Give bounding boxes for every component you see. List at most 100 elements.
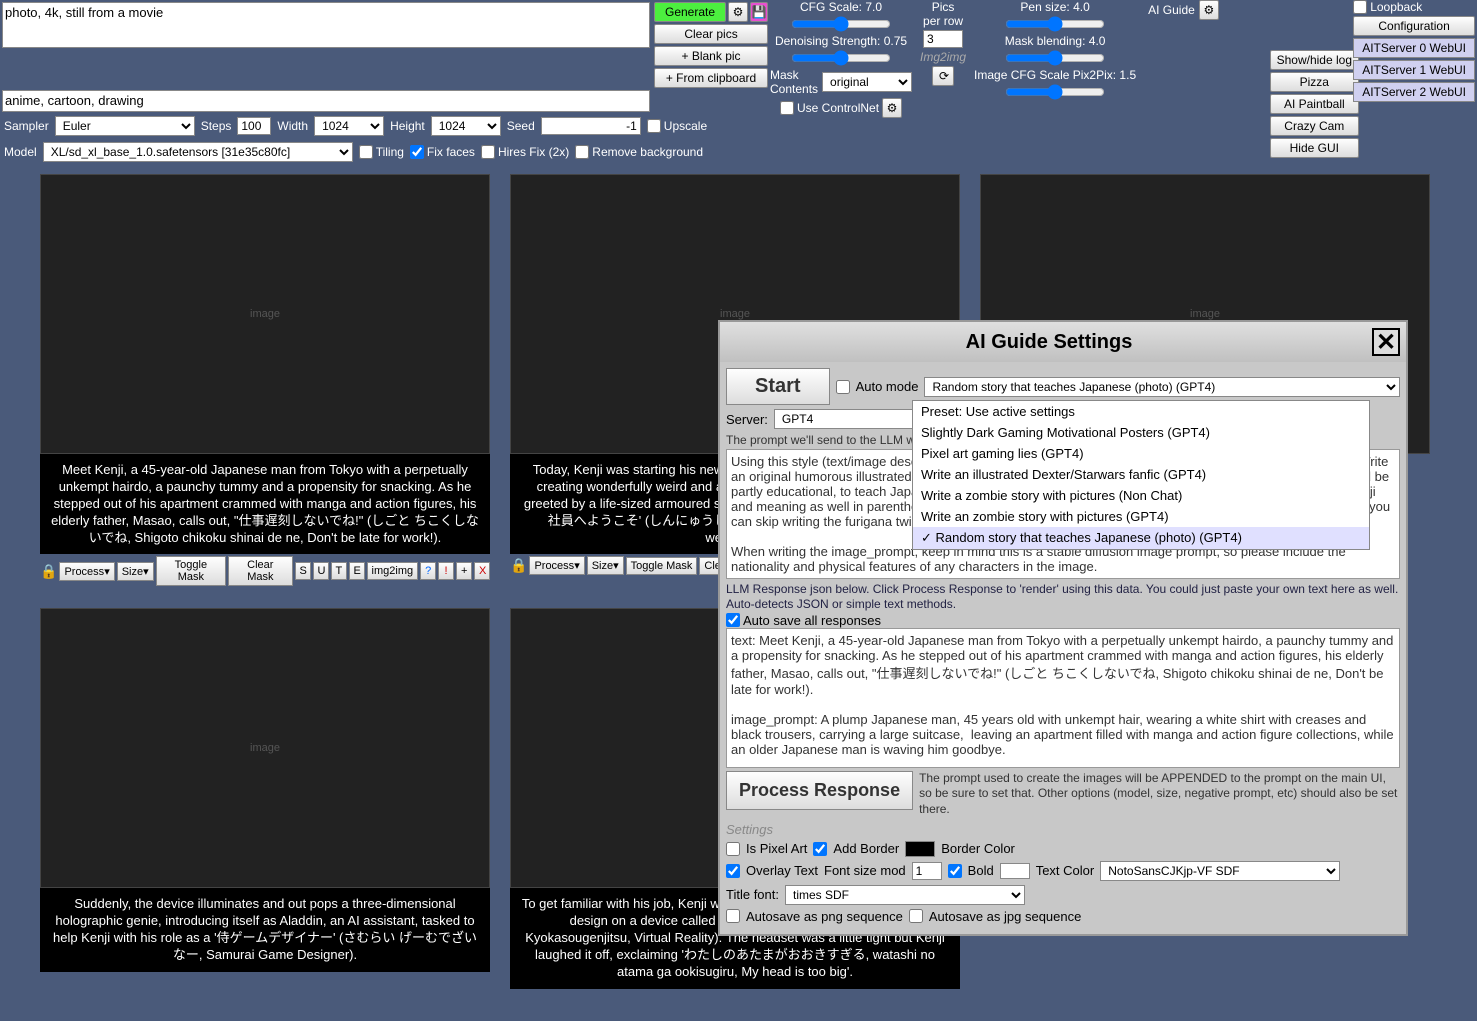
generated-image[interactable]: image	[40, 608, 490, 888]
size-button[interactable]: Size▾	[587, 556, 624, 575]
picsrow-input[interactable]	[923, 30, 963, 48]
loopback-check[interactable]	[1353, 0, 1367, 14]
s-button[interactable]: S	[295, 562, 311, 580]
paintball-button[interactable]: AI Paintball	[1270, 94, 1359, 114]
border-color-swatch[interactable]	[905, 841, 935, 857]
maskblend-slider[interactable]	[1005, 50, 1105, 66]
clearmask-button[interactable]: Clear Mask	[228, 556, 292, 586]
titlefont-select[interactable]: times SDF	[785, 885, 1025, 905]
blank-pic-button[interactable]: + Blank pic	[654, 46, 768, 66]
generate-button[interactable]: Generate	[654, 2, 726, 22]
autosave-png-check[interactable]	[726, 909, 740, 923]
autosave-check[interactable]	[726, 613, 740, 627]
bold-check[interactable]	[948, 864, 962, 878]
from-clipboard-button[interactable]: + From clipboard	[654, 68, 768, 88]
size-button[interactable]: Size▾	[117, 562, 154, 581]
refresh-button[interactable]: ⟳	[932, 66, 954, 86]
pizza-button[interactable]: Pizza	[1270, 72, 1359, 92]
server2-button[interactable]: AITServer 2 WebUI	[1353, 82, 1475, 102]
width-select[interactable]: 1024	[314, 116, 384, 136]
automode-check[interactable]	[836, 380, 850, 394]
plus-button[interactable]: +	[456, 562, 472, 580]
pixelart-check[interactable]	[726, 842, 740, 856]
lock-icon[interactable]: 🔒	[40, 563, 57, 580]
autosave-jpg-check[interactable]	[909, 909, 923, 923]
imgcfg-slider[interactable]	[1005, 84, 1105, 100]
controlnet-check[interactable]	[780, 101, 794, 115]
mask-contents-select[interactable]: original	[822, 72, 912, 92]
overlay-check[interactable]	[726, 864, 740, 878]
fixfaces-check[interactable]	[410, 145, 424, 159]
preset-option[interactable]: Write an illustrated Dexter/Starwars fan…	[913, 464, 1369, 485]
height-select[interactable]: 1024	[431, 116, 501, 136]
image-caption: Meet Kenji, a 45-year-old Japanese man f…	[40, 454, 490, 554]
gear-button[interactable]: ⚙	[728, 2, 748, 22]
append-info: The prompt used to create the images wil…	[919, 771, 1400, 818]
border-check[interactable]	[813, 842, 827, 856]
t-button[interactable]: T	[331, 562, 347, 580]
hiresfix-check[interactable]	[481, 145, 495, 159]
togglemask-button[interactable]: Toggle Mask	[156, 556, 226, 586]
sampler-select[interactable]: Euler	[55, 116, 195, 136]
overlay-font-select[interactable]: NotoSansCJKjp-VF SDF	[1100, 861, 1340, 881]
preset-option[interactable]: Random story that teaches Japanese (phot…	[913, 527, 1369, 549]
generated-image[interactable]: image	[40, 174, 490, 454]
denoise-slider[interactable]	[791, 50, 891, 66]
crazycam-button[interactable]: Crazy Cam	[1270, 116, 1359, 136]
prompt-input[interactable]: photo, 4k, still from a movie	[2, 2, 650, 48]
u-button[interactable]: U	[313, 562, 329, 580]
preset-option[interactable]: Pixel art gaming lies (GPT4)	[913, 443, 1369, 464]
preset-option[interactable]: Write an zombie story with pictures (GPT…	[913, 506, 1369, 527]
imgcfg-label: Image CFG Scale Pix2Pix: 1.5	[974, 68, 1136, 82]
upscale-label: Upscale	[664, 119, 707, 133]
mask-contents-label: Mask Contents	[770, 68, 818, 96]
cfg-label: CFG Scale: 7.0	[800, 0, 882, 14]
help-button[interactable]: ?	[420, 562, 436, 580]
text-color-swatch[interactable]	[1000, 863, 1030, 879]
bang-button[interactable]: !	[438, 562, 454, 580]
save-button[interactable]: 💾	[750, 2, 768, 22]
hidegui-button[interactable]: Hide GUI	[1270, 138, 1359, 158]
process-button[interactable]: Process▾	[529, 556, 584, 575]
sampler-label: Sampler	[4, 119, 49, 133]
seed-label: Seed	[507, 119, 535, 133]
process-button[interactable]: Process▾	[59, 562, 114, 581]
lock-icon[interactable]: 🔒	[510, 557, 527, 574]
pensize-label: Pen size: 4.0	[1020, 0, 1089, 14]
fontsize-input[interactable]	[912, 862, 942, 880]
steps-input[interactable]	[237, 117, 271, 135]
server1-button[interactable]: AITServer 1 WebUI	[1353, 60, 1475, 80]
removebg-check[interactable]	[575, 145, 589, 159]
config-button[interactable]: Configuration	[1353, 16, 1475, 36]
llm-response-input[interactable]: text: Meet Kenji, a 45-year-old Japanese…	[726, 628, 1400, 768]
togglemask-button[interactable]: Toggle Mask	[626, 557, 698, 575]
close-icon[interactable]: ✕	[1372, 328, 1400, 356]
showhide-button[interactable]: Show/hide log	[1270, 50, 1359, 70]
automode-label: Auto mode	[856, 379, 919, 394]
controlnet-gear[interactable]: ⚙	[882, 98, 902, 118]
preset-select[interactable]: Random story that teaches Japanese (phot…	[924, 377, 1400, 397]
upscale-check[interactable]	[647, 119, 661, 133]
preset-option[interactable]: Preset: Use active settings	[913, 401, 1369, 422]
settings-header: Settings	[726, 822, 1400, 837]
img2img-button[interactable]: img2img	[367, 562, 419, 580]
preset-option[interactable]: Slightly Dark Gaming Motivational Poster…	[913, 422, 1369, 443]
close-button[interactable]: X	[474, 562, 490, 580]
aiguide-label: AI Guide	[1148, 3, 1195, 17]
process-response-button[interactable]: Process Response	[726, 771, 913, 810]
clear-pics-button[interactable]: Clear pics	[654, 24, 768, 44]
e-button[interactable]: E	[349, 562, 365, 580]
preset-option[interactable]: Write a zombie story with pictures (Non …	[913, 485, 1369, 506]
neg-prompt-input[interactable]: anime, cartoon, drawing	[2, 90, 650, 112]
cfg-slider[interactable]	[791, 16, 891, 32]
aiguide-gear[interactable]: ⚙	[1199, 0, 1219, 20]
start-button[interactable]: Start	[726, 368, 830, 405]
picsrow-label: Pics per row	[923, 0, 963, 28]
pensize-slider[interactable]	[1005, 16, 1105, 32]
tiling-check[interactable]	[359, 145, 373, 159]
seed-input[interactable]	[541, 117, 641, 135]
server0-button[interactable]: AITServer 0 WebUI	[1353, 38, 1475, 58]
model-select[interactable]: XL/sd_xl_base_1.0.safetensors [31e35c80f…	[43, 142, 353, 162]
preset-dropdown[interactable]: Preset: Use active settings Slightly Dar…	[912, 400, 1370, 550]
steps-label: Steps	[201, 119, 232, 133]
